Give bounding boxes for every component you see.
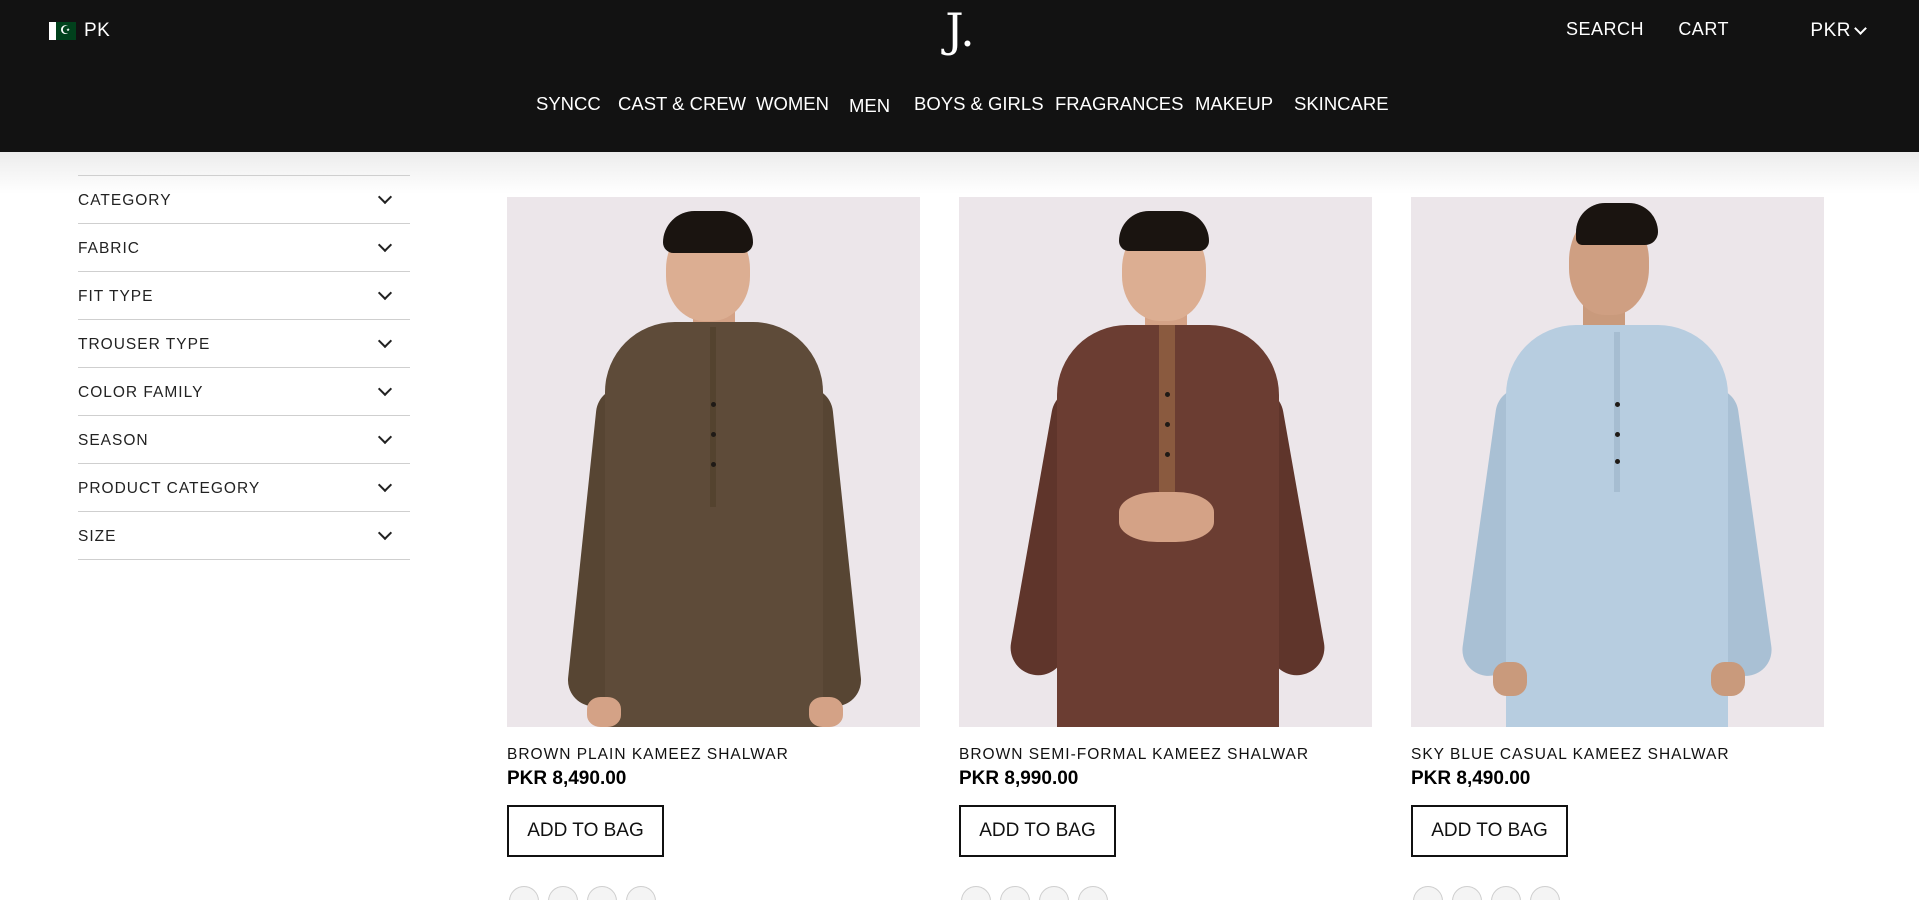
main-navigation: SYNCC CAST & CREW WOMEN MEN BOYS & GIRLS…	[0, 93, 1919, 119]
nav-item-makeup[interactable]: MAKEUP	[1195, 93, 1273, 115]
size-swatch[interactable]	[548, 886, 578, 900]
chevron-down-icon	[377, 237, 393, 253]
product-card[interactable]: BROWN SEMI-FORMAL KAMEEZ SHALWAR PKR 8,9…	[959, 197, 1372, 900]
product-card[interactable]: BROWN PLAIN KAMEEZ SHALWAR PKR 8,490.00 …	[507, 197, 920, 900]
chevron-down-icon	[377, 477, 393, 493]
product-price: PKR 8,990.00	[959, 768, 1079, 789]
currency-label: PKR	[1810, 20, 1851, 41]
search-link[interactable]: SEARCH	[1566, 19, 1644, 40]
product-image[interactable]	[959, 197, 1372, 727]
cart-link[interactable]: CART	[1678, 19, 1729, 40]
size-swatches	[961, 886, 1108, 900]
nav-item-boys-girls[interactable]: BOYS & GIRLS	[914, 93, 1044, 115]
filter-fit-type[interactable]: FIT TYPE	[78, 272, 410, 320]
size-swatch[interactable]	[1039, 886, 1069, 900]
chevron-down-icon	[377, 429, 393, 445]
nav-item-skincare[interactable]: SKINCARE	[1294, 93, 1389, 115]
product-image[interactable]	[507, 197, 920, 727]
filter-label: FIT TYPE	[78, 288, 154, 305]
header-actions: SEARCH CART PKR	[1519, 19, 1919, 43]
size-swatch[interactable]	[1452, 886, 1482, 900]
currency-selector[interactable]: PKR	[1810, 20, 1867, 42]
chevron-down-icon	[377, 333, 393, 349]
site-header: PK J. SEARCH CART PKR SYNCC CAST & CREW …	[0, 0, 1919, 152]
size-swatch[interactable]	[587, 886, 617, 900]
size-swatches	[1413, 886, 1560, 900]
filter-season[interactable]: SEASON	[78, 416, 410, 464]
size-swatch[interactable]	[509, 886, 539, 900]
filter-trouser-type[interactable]: TROUSER TYPE	[78, 320, 410, 368]
filter-label: SEASON	[78, 432, 149, 449]
size-swatch[interactable]	[1530, 886, 1560, 900]
add-to-bag-button[interactable]: ADD TO BAG	[959, 805, 1116, 857]
product-price: PKR 8,490.00	[507, 768, 627, 789]
filter-size[interactable]: SIZE	[78, 512, 410, 560]
size-swatches	[509, 886, 656, 900]
nav-item-men[interactable]: MEN	[849, 95, 890, 117]
product-name[interactable]: SKY BLUE CASUAL KAMEEZ SHALWAR	[1411, 746, 1730, 764]
filter-sidebar: CATEGORY FABRIC FIT TYPE TROUSER TYPE CO…	[78, 175, 410, 560]
size-swatch[interactable]	[1078, 886, 1108, 900]
size-swatch[interactable]	[1413, 886, 1443, 900]
size-swatch[interactable]	[1000, 886, 1030, 900]
country-selector[interactable]: PK	[49, 20, 110, 42]
country-code: PK	[84, 20, 111, 41]
nav-item-syncc[interactable]: SYNCC	[536, 93, 601, 115]
filter-category[interactable]: CATEGORY	[78, 176, 410, 224]
filter-label: PRODUCT CATEGORY	[78, 480, 261, 497]
chevron-down-icon	[1854, 22, 1867, 35]
pakistan-flag-icon	[49, 22, 76, 40]
brand-logo[interactable]: J.	[940, 2, 980, 58]
filter-label: COLOR FAMILY	[78, 384, 204, 401]
chevron-down-icon	[377, 525, 393, 541]
product-image[interactable]	[1411, 197, 1824, 727]
size-swatch[interactable]	[626, 886, 656, 900]
size-swatch[interactable]	[961, 886, 991, 900]
nav-item-cast-crew[interactable]: CAST & CREW	[618, 93, 746, 115]
chevron-down-icon	[377, 189, 393, 205]
nav-item-fragrances[interactable]: FRAGRANCES	[1055, 93, 1184, 115]
product-name[interactable]: BROWN SEMI-FORMAL KAMEEZ SHALWAR	[959, 746, 1309, 764]
filter-color-family[interactable]: COLOR FAMILY	[78, 368, 410, 416]
filter-product-category[interactable]: PRODUCT CATEGORY	[78, 464, 410, 512]
filter-label: FABRIC	[78, 240, 140, 257]
filter-label: TROUSER TYPE	[78, 336, 211, 353]
nav-item-women[interactable]: WOMEN	[756, 93, 829, 115]
filter-fabric[interactable]: FABRIC	[78, 224, 410, 272]
product-price: PKR 8,490.00	[1411, 768, 1531, 789]
filter-label: CATEGORY	[78, 192, 172, 209]
chevron-down-icon	[377, 285, 393, 301]
product-name[interactable]: BROWN PLAIN KAMEEZ SHALWAR	[507, 746, 789, 764]
product-card[interactable]: SKY BLUE CASUAL KAMEEZ SHALWAR PKR 8,490…	[1411, 197, 1824, 900]
add-to-bag-button[interactable]: ADD TO BAG	[507, 805, 664, 857]
chevron-down-icon	[377, 381, 393, 397]
add-to-bag-button[interactable]: ADD TO BAG	[1411, 805, 1568, 857]
filter-label: SIZE	[78, 528, 117, 545]
size-swatch[interactable]	[1491, 886, 1521, 900]
